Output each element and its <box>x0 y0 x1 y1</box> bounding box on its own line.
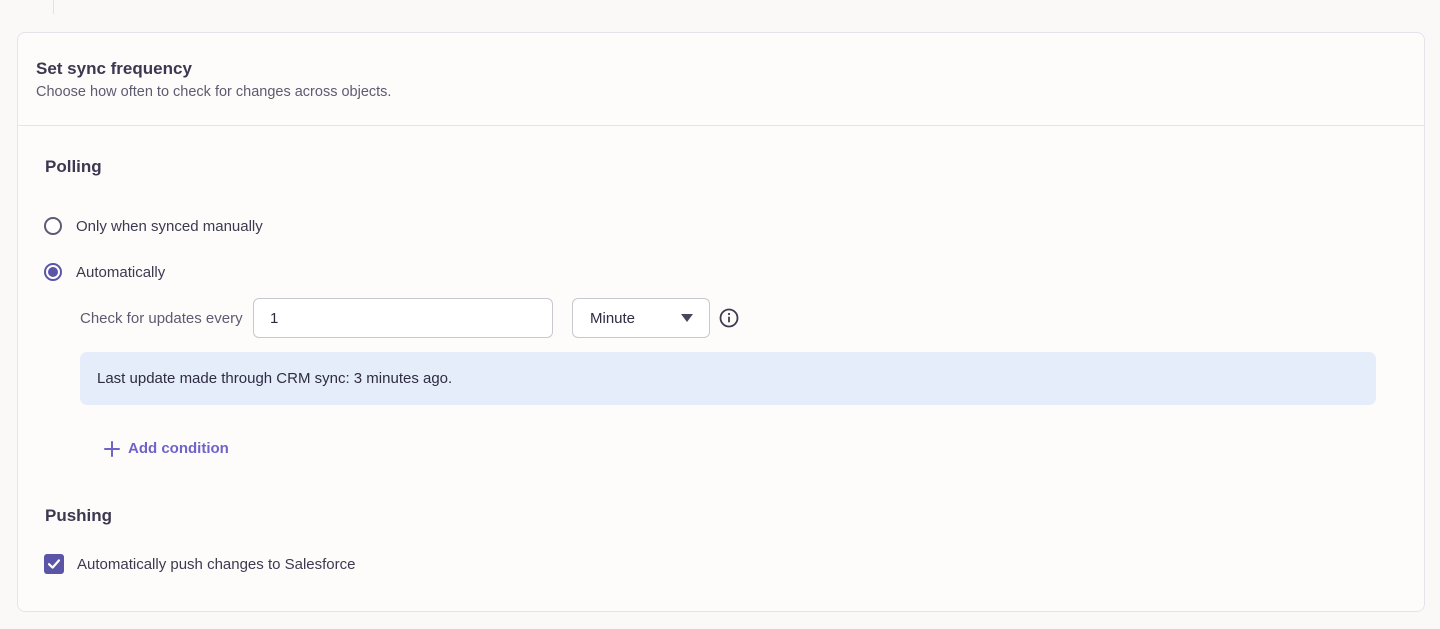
add-condition-button[interactable]: Add condition <box>104 440 229 457</box>
push-changes-option[interactable]: Automatically push changes to Salesforce <box>44 554 356 574</box>
push-changes-label: Automatically push changes to Salesforce <box>77 555 356 573</box>
radio-label-automatically: Automatically <box>76 263 166 281</box>
radio-button-automatically[interactable] <box>44 263 62 281</box>
unit-dropdown[interactable]: Minute <box>572 298 710 338</box>
add-condition-label: Add condition <box>128 440 229 457</box>
radio-label-manual: Only when synced manually <box>76 217 263 235</box>
polling-section-title: Polling <box>45 157 102 176</box>
frequency-input[interactable] <box>253 298 553 338</box>
card-title: Set sync frequency <box>36 59 192 78</box>
pushing-section-title: Pushing <box>45 506 113 525</box>
plus-icon <box>104 440 120 457</box>
sync-frequency-card: Set sync frequency Choose how often to c… <box>17 32 1425 612</box>
last-update-banner: Last update made through CRM sync: 3 min… <box>80 352 1376 405</box>
top-divider-line <box>53 0 54 14</box>
card-header: Set sync frequency Choose how often to c… <box>18 33 1424 126</box>
radio-button-manual[interactable] <box>44 217 62 235</box>
radio-option-manual[interactable]: Only when synced manually <box>44 217 263 235</box>
checkmark-icon <box>47 559 61 569</box>
info-circle-icon[interactable] <box>719 308 739 328</box>
frequency-label: Check for updates every <box>80 310 243 327</box>
radio-option-automatically[interactable]: Automatically <box>44 263 165 281</box>
caret-down-icon <box>681 314 693 322</box>
card-subtitle: Choose how often to check for changes ac… <box>36 84 392 100</box>
radio-selected-dot <box>48 267 58 277</box>
last-update-text: Last update made through CRM sync: 3 min… <box>97 370 453 387</box>
unit-dropdown-value: Minute <box>590 309 636 327</box>
push-changes-checkbox[interactable] <box>44 554 64 574</box>
